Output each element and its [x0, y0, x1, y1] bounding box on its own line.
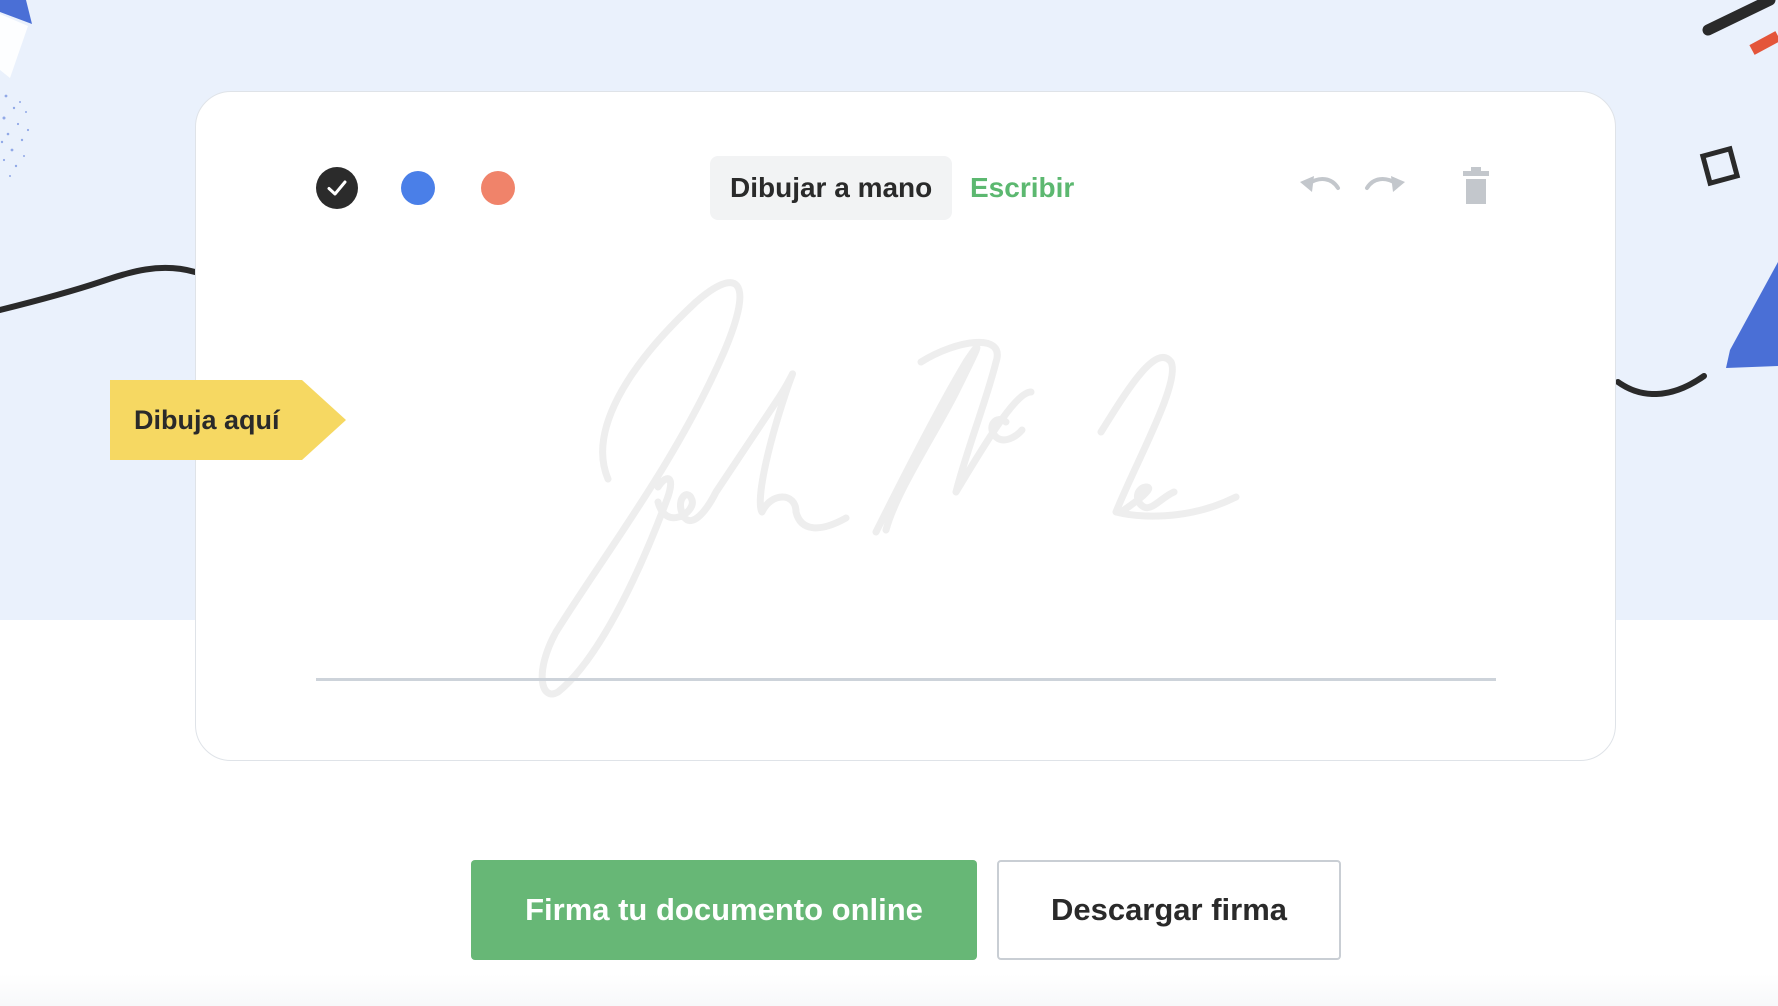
signature-baseline	[316, 678, 1496, 681]
page-bottom-fade	[0, 974, 1778, 1006]
trash-icon[interactable]	[1461, 167, 1491, 210]
tab-draw[interactable]: Dibujar a mano	[710, 156, 953, 220]
download-signature-button[interactable]: Descargar firma	[997, 860, 1341, 960]
tab-type[interactable]: Escribir	[970, 156, 1074, 220]
color-swatch-blue[interactable]	[401, 171, 435, 205]
color-swatch-orange[interactable]	[481, 171, 515, 205]
drawing-canvas[interactable]	[316, 232, 1496, 702]
redo-icon[interactable]	[1363, 172, 1407, 207]
draw-here-label: Dibuja aquí	[134, 405, 280, 435]
check-icon	[327, 180, 347, 196]
signature-pad-card: Dibujar a mano Escribir	[195, 91, 1616, 761]
color-swatch-black[interactable]	[316, 167, 358, 209]
sign-document-online-button[interactable]: Firma tu documento online	[471, 860, 977, 960]
undo-icon[interactable]	[1298, 172, 1342, 207]
draw-here-tag: Dibuja aquí	[110, 380, 346, 460]
